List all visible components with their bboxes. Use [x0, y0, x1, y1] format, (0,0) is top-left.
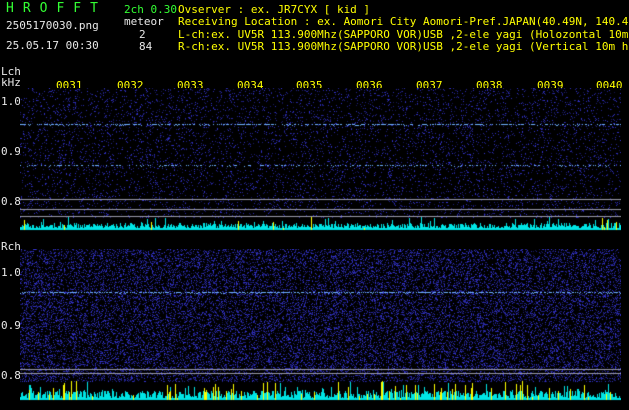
lch-spectrogram: [20, 88, 621, 232]
app-brand: HROFFT: [6, 1, 107, 16]
meteor-label: meteor: [124, 15, 164, 28]
meteor-count-rch: 84: [139, 40, 153, 53]
lch-info: L-ch:ex. UV5R 113.900Mhz(SAPPORO VOR)USB…: [178, 29, 629, 41]
capture-datetime: 25.05.17 00:30: [6, 39, 99, 52]
lch-spectrogram-canvas: [20, 88, 621, 232]
rch-ytick-0-8: 0.8: [1, 369, 21, 382]
rch-spectrogram-canvas: [20, 249, 621, 402]
lch-ytick-0-9: 0.9: [1, 145, 21, 158]
rch-ytick-0-9: 0.9: [1, 319, 21, 332]
rch-ytick-1-0: 1.0: [1, 266, 21, 279]
lch-unit-label: kHz: [1, 76, 21, 89]
image-filename: 2505170030.png: [6, 19, 99, 32]
rch-spectrogram: [20, 249, 621, 402]
location-info: Receiving Location : ex. Aomori City Aom…: [178, 15, 629, 28]
lch-ytick-0-8: 0.8: [1, 195, 21, 208]
lch-ytick-1-0: 1.0: [1, 95, 21, 108]
rch-label: Rch: [1, 240, 21, 253]
rch-info: R-ch:ex. UV5R 113.900Mhz(SAPPORO VOR)USB…: [178, 41, 629, 53]
